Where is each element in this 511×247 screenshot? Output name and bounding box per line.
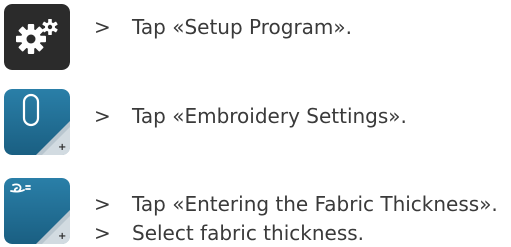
instruction-step: > Tap «Setup Program». bbox=[94, 15, 352, 39]
instruction-step: > Tap «Entering the Fabric Thickness». bbox=[94, 192, 498, 216]
step-marker: > bbox=[94, 192, 111, 216]
fabric-thickness-icon: + bbox=[4, 178, 70, 244]
step-text: Tap «Setup Program». bbox=[132, 15, 352, 39]
embroidery-hoop-icon: + bbox=[4, 89, 70, 155]
fabric-thickness-button[interactable]: + bbox=[4, 178, 70, 244]
embroidery-settings-button[interactable]: + bbox=[4, 89, 70, 155]
step-marker: > bbox=[94, 15, 111, 39]
plus-icon: + bbox=[58, 142, 66, 153]
setup-program-button[interactable] bbox=[4, 4, 70, 70]
step-text: Tap «Entering the Fabric Thickness». bbox=[132, 192, 498, 216]
step-marker: > bbox=[94, 104, 111, 128]
plus-icon: + bbox=[58, 231, 66, 242]
step-text: Tap «Embroidery Settings». bbox=[132, 104, 407, 128]
step-marker: > bbox=[94, 221, 111, 245]
gears-icon bbox=[4, 4, 70, 70]
step-text: Select fabric thickness. bbox=[132, 221, 365, 245]
instruction-step: > Select fabric thickness. bbox=[94, 221, 364, 245]
instruction-step: > Tap «Embroidery Settings». bbox=[94, 104, 407, 128]
